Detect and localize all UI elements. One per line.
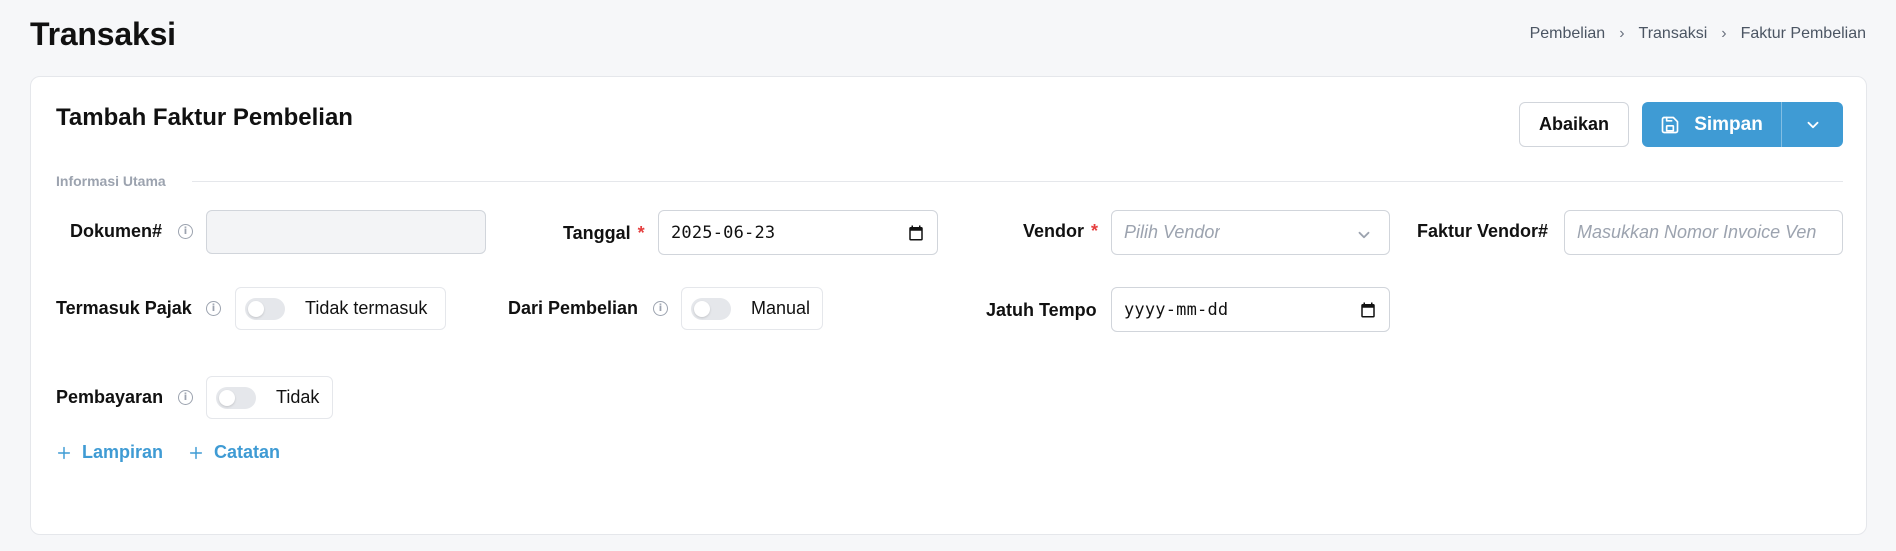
- vendor-label: Vendor *: [1023, 221, 1098, 242]
- faktur-vendor-label: Faktur Vendor#: [1417, 221, 1548, 242]
- info-icon[interactable]: i: [178, 390, 193, 405]
- vendor-label-text: Vendor: [1023, 221, 1085, 241]
- tanggal-label-text: Tanggal: [563, 223, 631, 243]
- info-icon[interactable]: i: [206, 301, 221, 316]
- info-icon[interactable]: i: [178, 224, 193, 239]
- breadcrumb-separator-icon: ›: [1721, 25, 1727, 42]
- pembayaran-label: Pembayaran: [56, 387, 163, 408]
- cancel-button[interactable]: Abaikan: [1519, 102, 1629, 147]
- page-title: Transaksi: [30, 16, 176, 52]
- breadcrumb-separator-icon: ›: [1619, 25, 1625, 42]
- add-lampiran-label: Lampiran: [82, 442, 164, 462]
- pembayaran-toggle-text: Tidak: [276, 387, 320, 407]
- termasuk-pajak-toggle-text: Tidak termasuk: [305, 298, 428, 318]
- save-button[interactable]: Simpan: [1642, 102, 1782, 147]
- chevron-down-icon: [1807, 121, 1818, 128]
- info-icon[interactable]: i: [653, 301, 668, 316]
- breadcrumb-item-faktur-pembelian: Faktur Pembelian: [1740, 25, 1866, 42]
- toggle-switch[interactable]: [691, 297, 731, 320]
- jatuh-tempo-label-text: Jatuh Tempo: [986, 300, 1097, 320]
- dokumen-label-text: Dokumen#: [70, 221, 163, 241]
- save-options-dropdown-button[interactable]: [1782, 102, 1843, 147]
- faktur-vendor-placeholder: Masukkan Nomor Invoice Ven: [1577, 222, 1817, 242]
- calendar-icon[interactable]: [1359, 301, 1377, 319]
- plus-icon: [189, 446, 203, 459]
- add-catatan-label: Catatan: [214, 442, 281, 462]
- pembayaran-label-text: Pembayaran: [56, 387, 164, 407]
- faktur-vendor-label-text: Faktur Vendor#: [1417, 221, 1549, 241]
- jatuh-tempo-date-input[interactable]: yyyy-mm-dd: [1111, 287, 1390, 332]
- dari-pembelian-toggle-text: Manual: [751, 298, 811, 318]
- dokumen-field: [206, 210, 486, 254]
- required-marker: *: [1091, 221, 1099, 241]
- tanggal-date-input[interactable]: 2025-06-23: [658, 210, 938, 255]
- save-button-group: Simpan: [1642, 102, 1843, 147]
- dari-pembelian-label-text: Dari Pembelian: [508, 298, 639, 318]
- termasuk-pajak-label: Termasuk Pajak: [56, 298, 192, 319]
- add-lampiran-link[interactable]: Lampiran: [56, 442, 163, 463]
- tanggal-value: 2025-06-23: [671, 222, 776, 243]
- jatuh-tempo-label: Jatuh Tempo: [986, 300, 1097, 321]
- toggle-switch[interactable]: [245, 297, 285, 320]
- termasuk-pajak-label-text: Termasuk Pajak: [56, 298, 192, 318]
- save-icon: [1661, 116, 1679, 133]
- required-marker: *: [637, 223, 645, 243]
- jatuh-tempo-value: yyyy-mm-dd: [1124, 299, 1229, 320]
- breadcrumb: Pembelian › Transaksi › Faktur Pembelian: [1530, 25, 1866, 43]
- breadcrumb-item-transaksi[interactable]: Transaksi: [1639, 25, 1708, 43]
- section-label: Informasi Utama: [56, 173, 166, 189]
- form-title: Tambah Faktur Pembelian: [56, 104, 353, 131]
- section-divider: [192, 181, 1843, 182]
- pembayaran-toggle[interactable]: Tidak: [206, 376, 333, 419]
- add-catatan-link[interactable]: Catatan: [188, 442, 280, 463]
- toggle-switch[interactable]: [216, 386, 256, 409]
- dari-pembelian-label: Dari Pembelian: [508, 298, 638, 319]
- faktur-vendor-input[interactable]: Masukkan Nomor Invoice Ven: [1564, 210, 1843, 255]
- termasuk-pajak-toggle[interactable]: Tidak termasuk: [235, 287, 446, 330]
- vendor-placeholder: Pilih Vendor: [1124, 222, 1221, 242]
- chevron-down-icon: [1358, 231, 1370, 239]
- save-button-label: Simpan: [1694, 113, 1763, 135]
- calendar-icon[interactable]: [907, 224, 925, 242]
- vendor-select[interactable]: Pilih Vendor: [1111, 210, 1390, 255]
- breadcrumb-item-pembelian[interactable]: Pembelian: [1530, 25, 1606, 43]
- dari-pembelian-toggle[interactable]: Manual: [681, 287, 823, 330]
- form-card: Tambah Faktur Pembelian Abaikan Simpan I…: [30, 76, 1867, 535]
- plus-icon: [57, 446, 71, 459]
- dokumen-label: Dokumen#: [70, 221, 162, 242]
- tanggal-label: Tanggal *: [563, 223, 645, 244]
